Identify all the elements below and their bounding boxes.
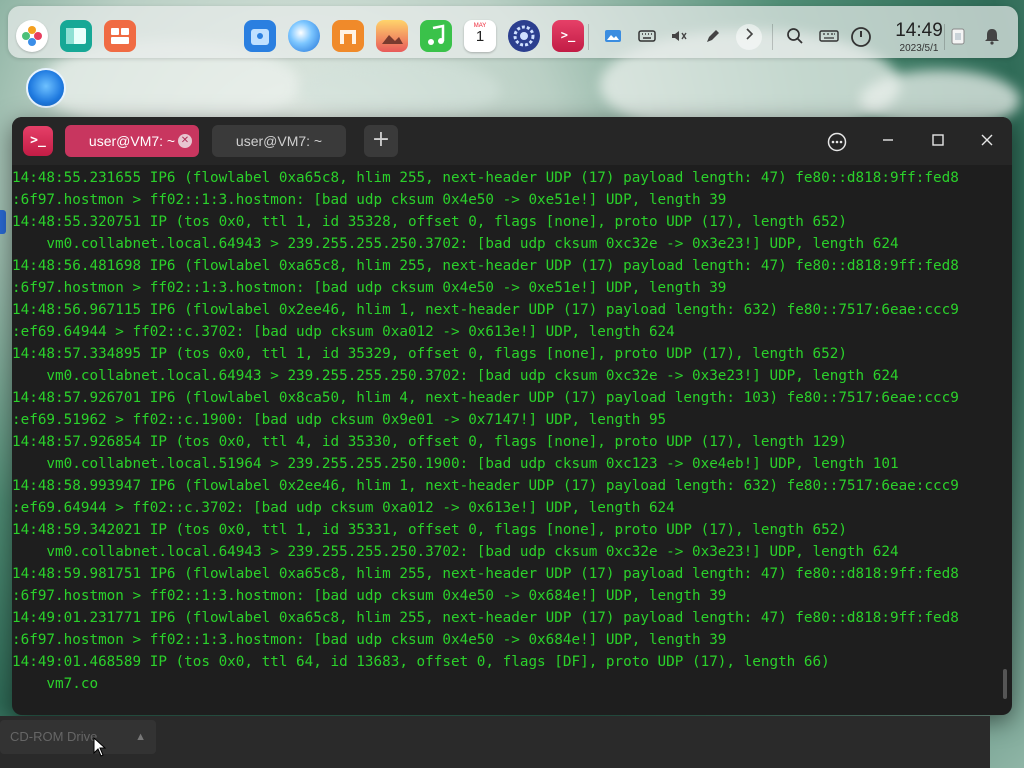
search-icon[interactable] xyxy=(784,26,806,48)
music-icon[interactable] xyxy=(420,20,452,52)
keyboard-icon[interactable] xyxy=(636,26,658,48)
notification-icon[interactable] xyxy=(981,26,1003,48)
new-tab-button[interactable]: + xyxy=(364,125,398,157)
terminal-line: :ef69.51962 > ff02::c.1900: [bad udp cks… xyxy=(12,412,667,428)
window-menu-button[interactable] xyxy=(824,129,850,155)
maximize-button[interactable] xyxy=(925,129,951,155)
terminal-output[interactable]: 14:48:55.231655 IP6 (flowlabel 0xa65c8, … xyxy=(12,167,1012,715)
terminal-line: vm7.co xyxy=(12,676,99,692)
terminal-line: vm0.collabnet.local.64943 > 239.255.255.… xyxy=(12,236,899,252)
terminal-line: 14:48:57.926701 IP6 (flowlabel 0x8ca50, … xyxy=(12,390,959,406)
desktop-edge-indicator xyxy=(0,210,6,234)
terminal-line: :ef69.64944 > ff02::c.3702: [bad udp cks… xyxy=(12,500,675,516)
terminal-icon[interactable]: >_ xyxy=(552,20,584,52)
title-bar[interactable]: >_ user@VM7: ~ ✕ user@VM7: ~ + xyxy=(12,117,1012,165)
close-button[interactable] xyxy=(974,129,1000,155)
terminal-line: vm0.collabnet.local.51964 > 239.255.255.… xyxy=(12,456,899,472)
terminal-line: 14:48:56.967115 IP6 (flowlabel 0x2ee46, … xyxy=(12,302,959,318)
scrollbar-thumb[interactable] xyxy=(1003,669,1007,699)
terminal-line: 14:49:01.231771 IP6 (flowlabel 0xa65c8, … xyxy=(12,610,959,626)
settings-icon[interactable] xyxy=(508,20,540,52)
terminal-line: 14:48:56.481698 IP6 (flowlabel 0xa65c8, … xyxy=(12,258,959,274)
terminal-window: >_ user@VM7: ~ ✕ user@VM7: ~ + 14:48:55.… xyxy=(12,117,1012,715)
terminal-line: vm0.collabnet.local.64943 > 239.255.255.… xyxy=(12,544,899,560)
calendar-icon[interactable]: MAY 1 xyxy=(464,20,496,52)
image-viewer-icon[interactable] xyxy=(376,20,408,52)
tab-active[interactable]: user@VM7: ~ ✕ xyxy=(65,125,199,157)
mouse-cursor-icon xyxy=(93,736,107,761)
terminal-line: 14:49:01.468589 IP (tos 0x0, ttl 64, id … xyxy=(12,654,830,670)
terminal-line: 14:48:57.926854 IP (tos 0x0, ttl 4, id 3… xyxy=(12,434,847,450)
dock-separator xyxy=(588,24,589,50)
tab-label: user@VM7: ~ xyxy=(88,133,176,149)
power-icon[interactable] xyxy=(850,26,872,48)
chevron-right-icon[interactable] xyxy=(736,24,762,50)
terminal-line: :6f97.hostmon > ff02::1:3.hostmon: [bad … xyxy=(12,192,727,208)
wallpaper-cloud xyxy=(300,60,500,120)
screenshot-icon[interactable] xyxy=(602,26,624,48)
clock-time[interactable]: 14:49 xyxy=(893,20,945,42)
dock-separator xyxy=(944,24,945,50)
launcher-icon[interactable] xyxy=(16,20,48,52)
terminal-line: :6f97.hostmon > ff02::1:3.hostmon: [bad … xyxy=(12,280,727,296)
terminal-line: :ef69.64944 > ff02::c.3702: [bad udp cks… xyxy=(12,324,675,340)
minimize-button[interactable] xyxy=(875,129,901,155)
terminal-line: 14:48:57.334895 IP (tos 0x0, ttl 1, id 3… xyxy=(12,346,847,362)
terminal-line: 14:48:59.981751 IP6 (flowlabel 0xa65c8, … xyxy=(12,566,959,582)
terminal-line: 14:48:55.320751 IP (tos 0x0, ttl 1, id 3… xyxy=(12,214,847,230)
calendar-day: 1 xyxy=(475,28,485,45)
clock-date: 2023/5/1 xyxy=(899,43,939,54)
browser-icon[interactable] xyxy=(288,20,320,52)
file-manager-icon[interactable] xyxy=(60,20,92,52)
terminal-line: 14:48:55.231655 IP6 (flowlabel 0xa65c8, … xyxy=(12,170,959,186)
desktop-browser-icon[interactable] xyxy=(26,68,66,108)
trash-icon[interactable] xyxy=(947,26,969,48)
cdrom-drive-label: CD-ROM Drive xyxy=(10,729,98,744)
terminal-line: 14:48:59.342021 IP (tos 0x0, ttl 1, id 3… xyxy=(12,522,847,538)
terminal-line: :6f97.hostmon > ff02::1:3.hostmon: [bad … xyxy=(12,588,727,604)
input-method-icon[interactable] xyxy=(818,26,840,48)
terminal-line: 14:48:58.993947 IP6 (flowlabel 0x2ee46, … xyxy=(12,478,959,494)
top-dock: MAY 1 >_ 14:49 2023/5/1 xyxy=(8,6,1018,58)
tab-label: user@VM7: ~ xyxy=(235,133,323,149)
app-store-icon[interactable] xyxy=(244,20,276,52)
eject-icon[interactable]: ▲ xyxy=(135,720,146,754)
volume-icon[interactable] xyxy=(668,26,690,48)
dock-separator xyxy=(772,24,773,50)
terminal-app-icon: >_ xyxy=(23,126,53,156)
shop-icon[interactable] xyxy=(332,20,364,52)
edit-icon[interactable] xyxy=(702,26,724,48)
terminal-line: :6f97.hostmon > ff02::1:3.hostmon: [bad … xyxy=(12,632,727,648)
terminal-line: vm0.collabnet.local.64943 > 239.255.255.… xyxy=(12,368,899,384)
tab-inactive[interactable]: user@VM7: ~ xyxy=(212,125,346,157)
tab-close-icon[interactable]: ✕ xyxy=(178,134,192,148)
control-panel-icon[interactable] xyxy=(104,20,136,52)
cdrom-drive-item[interactable]: CD-ROM Drive ▲ xyxy=(0,720,156,754)
